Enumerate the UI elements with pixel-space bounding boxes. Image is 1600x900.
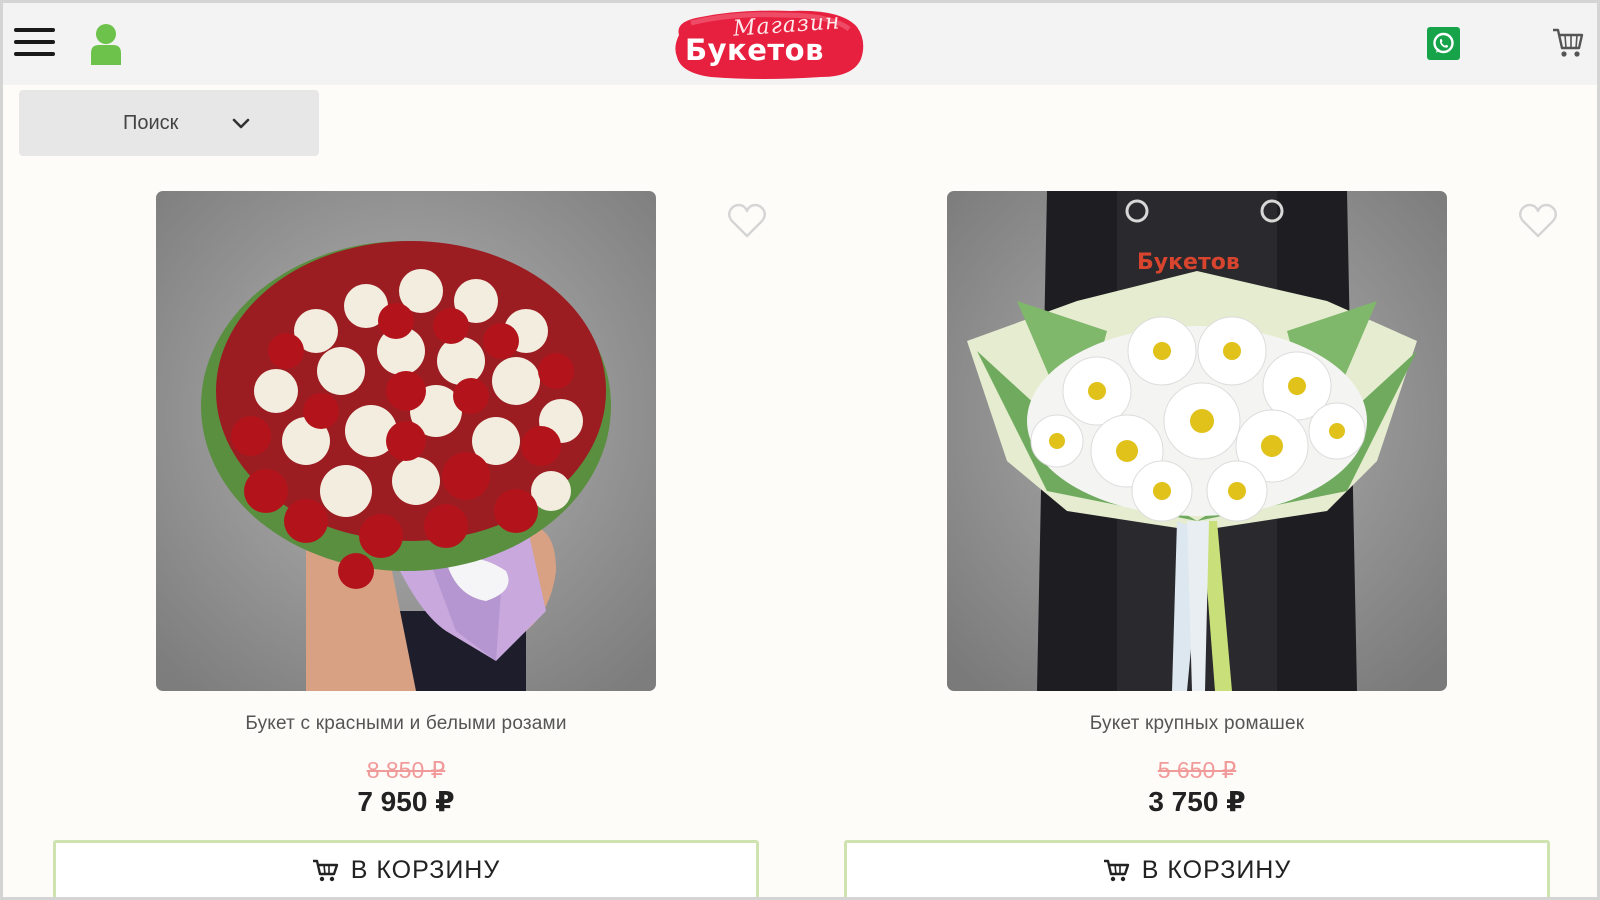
add-to-cart-label: В КОРЗИНУ: [350, 855, 501, 884]
add-to-cart-button[interactable]: В КОРЗИНУ: [844, 840, 1550, 897]
product-card: Букетов Букет крупных ромашек 5 650 ₽ 3 …: [844, 191, 1557, 897]
svg-text:Букетов: Букетов: [1137, 250, 1240, 275]
search-dropdown[interactable]: Поиск: [19, 90, 319, 156]
site-logo[interactable]: Магазин Букетов: [671, 7, 871, 81]
top-header: Магазин Букетов: [3, 3, 1597, 85]
add-to-cart-label: В КОРЗИНУ: [1141, 855, 1292, 884]
favorite-heart-icon[interactable]: [727, 203, 767, 239]
page: Магазин Букетов Поиск Букет с красными и…: [0, 0, 1600, 900]
product-name[interactable]: Букет с красными и белыми розами: [53, 713, 759, 735]
search-label: Поиск: [123, 112, 179, 134]
logo-text: Букетов: [685, 33, 824, 67]
product-photo-daisies[interactable]: Букетов: [947, 191, 1447, 691]
product-name[interactable]: Букет крупных ромашек: [844, 713, 1550, 735]
cart-icon[interactable]: [1551, 25, 1585, 59]
product-card: Букет с красными и белыми розами 8 850 ₽…: [53, 191, 766, 897]
product-price: 7 950 ₽: [357, 786, 455, 817]
chevron-down-icon: [232, 118, 250, 129]
whatsapp-icon[interactable]: [1427, 27, 1460, 60]
product-photo-roses[interactable]: [156, 191, 656, 691]
cart-icon: [1103, 859, 1129, 882]
cart-icon: [312, 859, 338, 882]
add-to-cart-button[interactable]: В КОРЗИНУ: [53, 840, 759, 897]
product-old-price: 5 650 ₽: [1157, 757, 1237, 783]
user-icon[interactable]: [89, 23, 123, 65]
menu-icon[interactable]: [14, 25, 56, 59]
product-price: 3 750 ₽: [1148, 786, 1246, 817]
favorite-heart-icon[interactable]: [1518, 203, 1558, 239]
product-old-price: 8 850 ₽: [366, 757, 446, 783]
